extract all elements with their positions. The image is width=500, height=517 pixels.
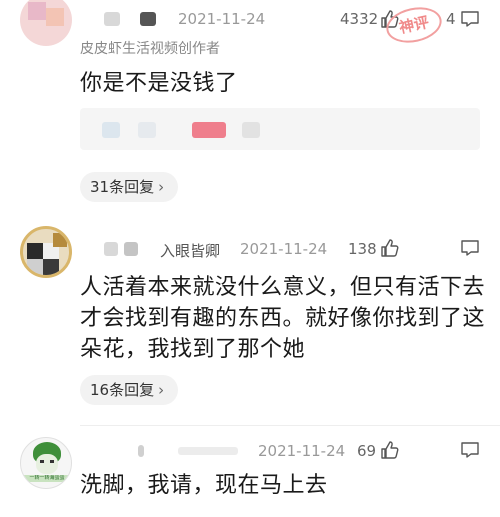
redacted-text-block <box>138 122 156 138</box>
view-replies-label: 16条回复 <box>90 381 155 399</box>
comment-3: 一转一转海蛋蛋 2021-11-24 69 洗脚，我请，现在马上去 <box>0 425 500 517</box>
comment-icon[interactable] <box>460 9 480 29</box>
username-1-redacted <box>104 12 120 26</box>
reply-count-inline: 4 <box>446 10 456 28</box>
avatar-caption: 一转一转海蛋蛋 <box>23 475 71 482</box>
avatar-3[interactable]: 一转一转海蛋蛋 <box>20 437 72 489</box>
username[interactable]: 入眼皆卿 <box>160 240 220 261</box>
view-replies-label: 31条回复 <box>90 178 155 196</box>
avatar-2[interactable] <box>20 226 72 278</box>
comment-date: 2021-11-24 <box>178 10 266 28</box>
redacted-text-block <box>102 122 120 138</box>
comment-2: 入眼皆卿 2021-11-24 138 人活着本来就没什么意义，但只有活下去才会… <box>0 220 500 420</box>
like-count: 138 <box>348 240 377 258</box>
comment-date: 2021-11-24 <box>240 240 328 258</box>
username-2-redacted <box>104 242 118 256</box>
comment-1: 2021-11-24 4332 4 皮皮虾生活视频创作者 神评 你是不是没钱了 … <box>0 0 500 215</box>
quoted-reply-preview[interactable] <box>80 108 480 150</box>
like-count: 69 <box>357 442 377 460</box>
thumbs-up-icon[interactable] <box>380 440 400 460</box>
username-1-redacted-2 <box>140 12 156 26</box>
redacted-text-block <box>192 122 226 138</box>
comment-date: 2021-11-24 <box>258 442 346 460</box>
creator-label: 皮皮虾生活视频创作者 <box>80 41 220 57</box>
thumbs-up-icon[interactable] <box>380 238 400 258</box>
redacted-text-block <box>242 122 260 138</box>
comment-text: 你是不是没钱了 <box>80 71 238 96</box>
comment-text: 人活着本来就没什么意义，但只有活下去才会找到有趣的东西。就好像你找到了这朵花，我… <box>80 275 486 362</box>
username-2-redacted-2 <box>124 242 138 256</box>
comment-icon[interactable] <box>460 440 480 460</box>
like-count: 4332 <box>340 10 379 28</box>
view-replies-button[interactable]: 31条回复 › <box>80 172 179 202</box>
username-3-redacted-2 <box>178 447 238 455</box>
username-3-redacted <box>138 445 144 457</box>
chevron-right-icon: › <box>158 381 165 399</box>
comment-text: 洗脚，我请，现在马上去 <box>80 473 328 498</box>
chevron-right-icon: › <box>158 178 165 196</box>
avatar-1[interactable] <box>20 0 72 46</box>
comment-icon[interactable] <box>460 238 480 258</box>
view-replies-button[interactable]: 16条回复 › <box>80 375 179 405</box>
